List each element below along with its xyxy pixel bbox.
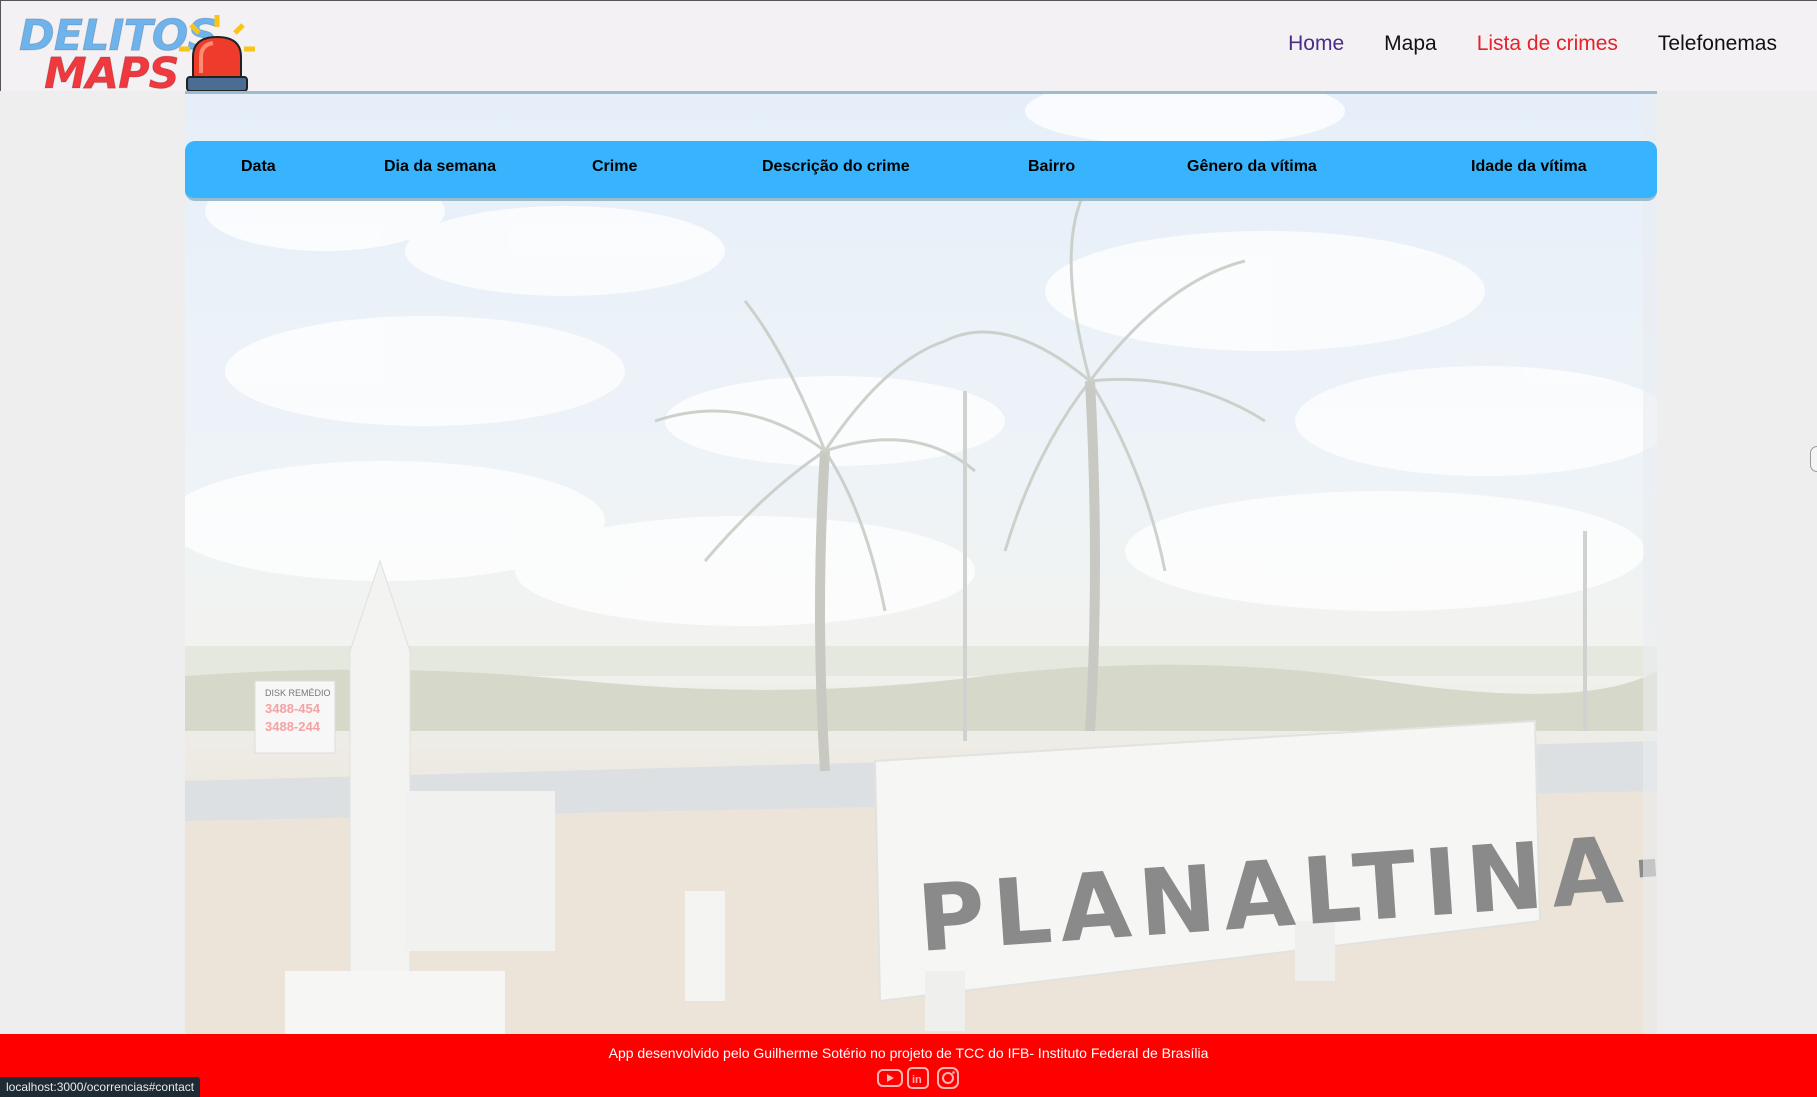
col-date[interactable]: Data bbox=[241, 158, 276, 176]
top-divider bbox=[185, 91, 1657, 94]
col-crime[interactable]: Crime bbox=[592, 158, 637, 176]
instagram-icon[interactable] bbox=[936, 1066, 960, 1090]
linkedin-icon[interactable]: in bbox=[906, 1066, 930, 1090]
nav-phones-link[interactable]: Telefonemas bbox=[1658, 29, 1777, 59]
logo-word-maps: MAPS bbox=[44, 49, 181, 99]
col-victim-gender[interactable]: Gênero da vítima bbox=[1187, 158, 1317, 176]
background-photo: DISK REMÉDIO 3488-454 3488-244 PLANALTIN… bbox=[185, 91, 1657, 1034]
col-neighborhood[interactable]: Bairro bbox=[1028, 158, 1075, 176]
nav-map-link[interactable]: Mapa bbox=[1384, 29, 1437, 59]
status-bar-url: localhost:3000/ocorrencias#contact bbox=[0, 1077, 201, 1097]
col-weekday[interactable]: Dia da semana bbox=[384, 158, 496, 176]
nav-home-link[interactable]: Home bbox=[1288, 29, 1344, 59]
crime-table-header: Data Dia da semana Crime Descrição do cr… bbox=[185, 141, 1657, 201]
logo[interactable]: DELITOS MAPS bbox=[18, 9, 259, 96]
billboard-line-3: 3488-244 bbox=[265, 719, 321, 734]
side-scroll-handle[interactable] bbox=[1810, 446, 1817, 472]
main-nav: Home Mapa Lista de crimes Telefonemas bbox=[1288, 29, 1777, 59]
social-links: in bbox=[876, 1066, 960, 1090]
col-description[interactable]: Descrição do crime bbox=[762, 158, 910, 176]
footer-credit: App desenvolvido pelo Guilherme Sotério … bbox=[608, 1045, 1209, 1061]
nav-crime-list-link[interactable]: Lista de crimes bbox=[1477, 29, 1618, 59]
billboard-line-2: 3488-454 bbox=[265, 701, 321, 716]
svg-text:in: in bbox=[912, 1074, 922, 1086]
site-header: DELITOS MAPS Home Mapa Lista de crimes T… bbox=[0, 0, 1817, 96]
siren-icon bbox=[179, 15, 255, 92]
youtube-icon[interactable] bbox=[876, 1066, 903, 1090]
planaltina-photo: DISK REMÉDIO 3488-454 3488-244 PLANALTIN… bbox=[185, 91, 1657, 1034]
col-victim-age[interactable]: Idade da vítima bbox=[1471, 158, 1587, 176]
billboard-line-1: DISK REMÉDIO bbox=[265, 688, 331, 698]
